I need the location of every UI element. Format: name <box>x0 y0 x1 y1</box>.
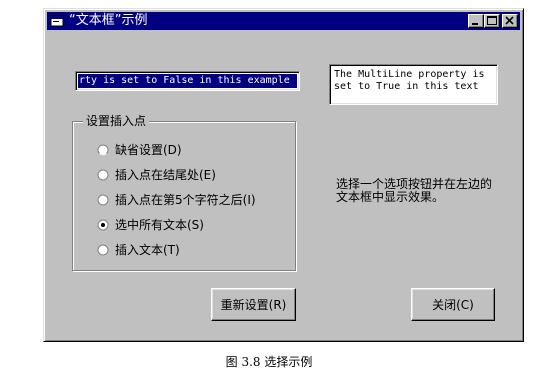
multi-line-textbox[interactable]: The MultiLine property is set to True in… <box>329 64 498 105</box>
selected-text: rty is set to False in this example <box>78 74 297 88</box>
reset-button[interactable]: 重新设置(R) <box>211 288 296 321</box>
close-window-button[interactable] <box>502 14 518 28</box>
radio-default-label: 缺省设置(D) <box>115 143 182 157</box>
radio-end-label: 插入点在结尾处(E) <box>115 168 216 182</box>
radio-select-all-label: 选中所有文本(S) <box>115 218 204 232</box>
radio-select-all[interactable]: 选中所有文本(S) <box>97 217 204 233</box>
radio-selected-icon <box>97 219 109 231</box>
radio-insert-text-label: 插入文本(T) <box>115 243 180 257</box>
info-label: 选择一个选项按钮并在左边的文本框中显示效果。 <box>336 177 493 204</box>
minimize-button[interactable] <box>468 14 484 28</box>
insertion-point-group: 设置插入点 缺省设置(D) 插入点在结尾处(E) 插入点在第5个字符之后(I) <box>72 113 296 271</box>
title-bar[interactable]: “文本框”示例 <box>47 12 520 30</box>
radio-icon <box>97 169 109 181</box>
figure-caption: 图 3.8 选择示例 <box>225 355 313 369</box>
maximize-button[interactable] <box>484 14 500 28</box>
radio-after-5th-label: 插入点在第5个字符之后(I) <box>115 193 256 207</box>
minimize-icon <box>472 23 478 25</box>
single-line-textbox[interactable]: rty is set to False in this example <box>75 71 300 91</box>
radio-icon <box>97 244 109 256</box>
window-title: “文本框”示例 <box>69 13 148 28</box>
radio-insert-text[interactable]: 插入文本(T) <box>97 242 180 258</box>
radio-end[interactable]: 插入点在结尾处(E) <box>97 167 216 183</box>
radio-default[interactable]: 缺省设置(D) <box>97 142 182 158</box>
maximize-icon <box>487 16 497 25</box>
radio-icon <box>97 144 109 156</box>
dialog-window: “文本框”示例 rty is set to False in this exam… <box>43 8 524 342</box>
close-button[interactable]: 关闭(C) <box>411 288 495 321</box>
group-legend: 设置插入点 <box>83 113 150 129</box>
app-icon[interactable] <box>50 14 64 28</box>
close-icon <box>505 16 514 25</box>
radio-after-5th[interactable]: 插入点在第5个字符之后(I) <box>97 192 256 208</box>
radio-icon <box>97 194 109 206</box>
